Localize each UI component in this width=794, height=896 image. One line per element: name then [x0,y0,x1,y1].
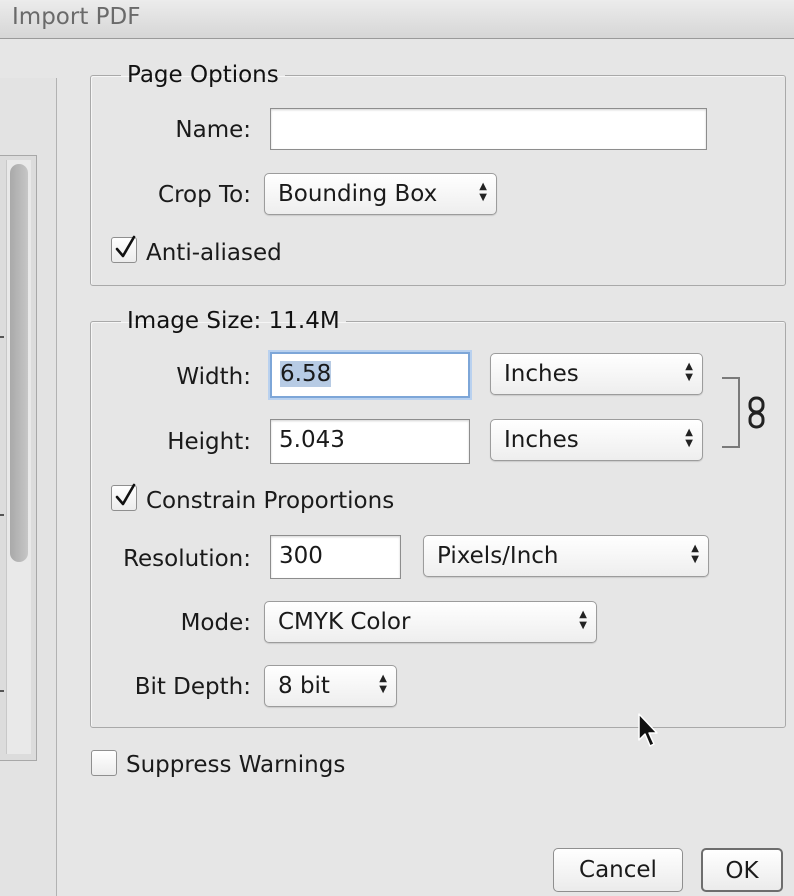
resolution-unit-value: Pixels/Inch [437,543,559,569]
bit-depth-label: Bit Depth: [134,674,251,700]
up-down-chevron-icon: ▲ ▼ [685,427,693,449]
up-down-chevron-icon: ▲ ▼ [691,543,699,565]
crop-to-dropdown[interactable]: Bounding Box ▲ ▼ [264,173,497,215]
suppress-warnings-checkbox[interactable] [91,750,117,776]
width-input[interactable]: 6.58 [270,352,470,398]
height-unit-dropdown[interactable]: Inches ▲ ▼ [490,419,703,461]
checkmark-icon [115,483,136,506]
resolution-input[interactable]: 300 [270,535,401,579]
height-input[interactable]: 5.043 [270,419,470,464]
ruler-tick [0,690,4,692]
ok-button[interactable]: OK [701,848,783,892]
up-down-chevron-icon: ▲ ▼ [379,673,387,695]
up-down-chevron-icon: ▲ ▼ [579,609,587,631]
cancel-button[interactable]: Cancel [553,848,683,892]
name-label: Name: [175,117,251,143]
anti-aliased-label: Anti-aliased [146,240,282,266]
page-options-legend: Page Options [127,62,279,88]
checkmark-icon [115,235,136,258]
chain-link-icon[interactable] [747,396,767,430]
resolution-unit-dropdown[interactable]: Pixels/Inch ▲ ▼ [423,535,709,577]
title-bar: Import PDF [0,0,794,39]
height-label: Height: [167,429,251,455]
mode-dropdown[interactable]: CMYK Color ▲ ▼ [264,601,597,643]
crop-to-value: Bounding Box [278,181,438,207]
image-size-legend: Image Size: 11.4M [127,308,340,334]
name-input[interactable] [270,108,707,150]
width-value: 6.58 [280,361,332,387]
mode-label: Mode: [180,610,251,636]
bit-depth-value: 8 bit [278,673,330,699]
up-down-chevron-icon: ▲ ▼ [685,361,693,383]
window-title: Import PDF [12,4,141,30]
constrain-proportions-checkbox[interactable] [111,483,137,511]
suppress-warnings-label: Suppress Warnings [126,752,346,778]
link-bracket [722,377,740,448]
ruler-tick [0,336,4,338]
resolution-label: Resolution: [123,546,251,572]
width-unit-value: Inches [504,361,579,387]
crop-to-label: Crop To: [158,182,251,208]
preview-scroll-thumb[interactable] [10,164,28,562]
width-label: Width: [176,364,251,390]
ruler-tick [0,514,4,516]
width-unit-dropdown[interactable]: Inches ▲ ▼ [490,353,703,395]
mouse-pointer-icon [638,713,658,747]
bit-depth-dropdown[interactable]: 8 bit ▲ ▼ [264,665,397,707]
height-unit-value: Inches [504,427,579,453]
up-down-chevron-icon: ▲ ▼ [479,181,487,203]
constrain-proportions-label: Constrain Proportions [146,488,395,514]
mode-value: CMYK Color [278,609,411,635]
anti-aliased-checkbox[interactable] [111,235,137,263]
